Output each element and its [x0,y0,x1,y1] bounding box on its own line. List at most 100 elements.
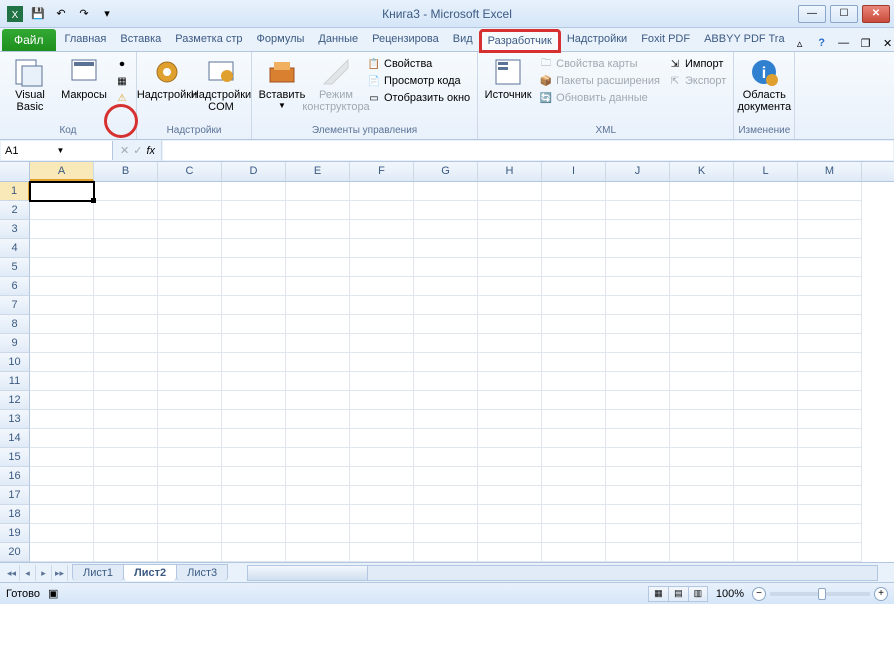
cell[interactable] [286,429,350,448]
run-dialog-button[interactable]: ▭Отобразить окно [364,90,473,106]
cell[interactable] [286,296,350,315]
cell[interactable] [350,505,414,524]
cell[interactable] [350,220,414,239]
cell[interactable] [94,486,158,505]
cell[interactable] [30,448,94,467]
cell[interactable] [222,182,286,201]
close-button[interactable]: ✕ [862,5,890,23]
page-layout-view-button[interactable]: ▤ [668,586,688,602]
cell[interactable] [414,486,478,505]
cell[interactable] [670,258,734,277]
cell[interactable] [286,239,350,258]
ribbon-tab-9[interactable]: Foxit PDF [634,29,697,51]
cell[interactable] [798,239,862,258]
cell[interactable] [94,429,158,448]
cell[interactable] [222,524,286,543]
cell[interactable] [414,277,478,296]
cell[interactable] [222,391,286,410]
cell[interactable] [158,353,222,372]
cell[interactable] [30,315,94,334]
cell[interactable] [350,486,414,505]
fx-icon[interactable]: fx [146,145,155,157]
cell[interactable] [542,201,606,220]
row-header[interactable]: 10 [0,353,30,372]
cell[interactable] [350,296,414,315]
macro-security-button[interactable]: ⚠ [112,90,132,106]
cell[interactable] [542,410,606,429]
cell[interactable] [478,201,542,220]
help-icon[interactable]: ? [814,35,830,51]
cell[interactable] [286,220,350,239]
cell[interactable] [542,258,606,277]
cell[interactable] [414,448,478,467]
ribbon-tab-6[interactable]: Вид [446,29,480,51]
doc-restore-icon[interactable]: ❐ [858,35,874,51]
maximize-button[interactable]: ☐ [830,5,858,23]
cell[interactable] [286,258,350,277]
cell[interactable] [158,220,222,239]
cell[interactable] [286,334,350,353]
cell[interactable] [734,239,798,258]
cell[interactable] [670,315,734,334]
cell[interactable] [158,372,222,391]
cell[interactable] [734,372,798,391]
row-header[interactable]: 19 [0,524,30,543]
cell[interactable] [286,410,350,429]
cell[interactable] [30,277,94,296]
cell[interactable] [30,334,94,353]
cell[interactable] [94,372,158,391]
select-all-corner[interactable] [0,162,30,181]
cell[interactable] [350,448,414,467]
cell[interactable] [734,467,798,486]
column-header[interactable]: L [734,162,798,181]
cell[interactable] [542,315,606,334]
cell[interactable] [414,353,478,372]
cell[interactable] [670,296,734,315]
sheet-tab[interactable]: Лист2 [123,564,177,581]
column-header[interactable]: J [606,162,670,181]
cell[interactable] [798,277,862,296]
cell[interactable] [350,391,414,410]
cell[interactable] [606,353,670,372]
cell[interactable] [670,334,734,353]
cell[interactable] [542,220,606,239]
cell[interactable] [222,429,286,448]
column-header[interactable]: F [350,162,414,181]
cell[interactable] [350,239,414,258]
cell[interactable] [798,182,862,201]
cell[interactable] [670,372,734,391]
cell[interactable] [798,505,862,524]
cell[interactable] [542,505,606,524]
cell[interactable] [798,372,862,391]
cell[interactable] [478,372,542,391]
cell[interactable] [734,429,798,448]
cell[interactable] [734,410,798,429]
expansion-packs-button[interactable]: 📦Пакеты расширения [536,73,663,89]
cell[interactable] [606,467,670,486]
ribbon-tab-0[interactable]: Главная [58,29,114,51]
cell[interactable] [670,391,734,410]
cell[interactable] [606,258,670,277]
cell[interactable] [158,524,222,543]
cell[interactable] [734,448,798,467]
cell[interactable] [350,182,414,201]
cell[interactable] [670,429,734,448]
cell[interactable] [542,334,606,353]
cell[interactable] [94,524,158,543]
cell[interactable] [414,296,478,315]
cell[interactable] [414,543,478,562]
cell[interactable] [94,182,158,201]
cell[interactable] [286,182,350,201]
cell[interactable] [30,524,94,543]
cell[interactable] [30,429,94,448]
cell[interactable] [670,486,734,505]
cell[interactable] [158,296,222,315]
cell[interactable] [478,429,542,448]
row-header[interactable]: 17 [0,486,30,505]
cell[interactable] [222,372,286,391]
cell[interactable] [30,201,94,220]
cell[interactable] [606,220,670,239]
cell[interactable] [734,201,798,220]
cell[interactable] [798,391,862,410]
cell[interactable] [158,429,222,448]
